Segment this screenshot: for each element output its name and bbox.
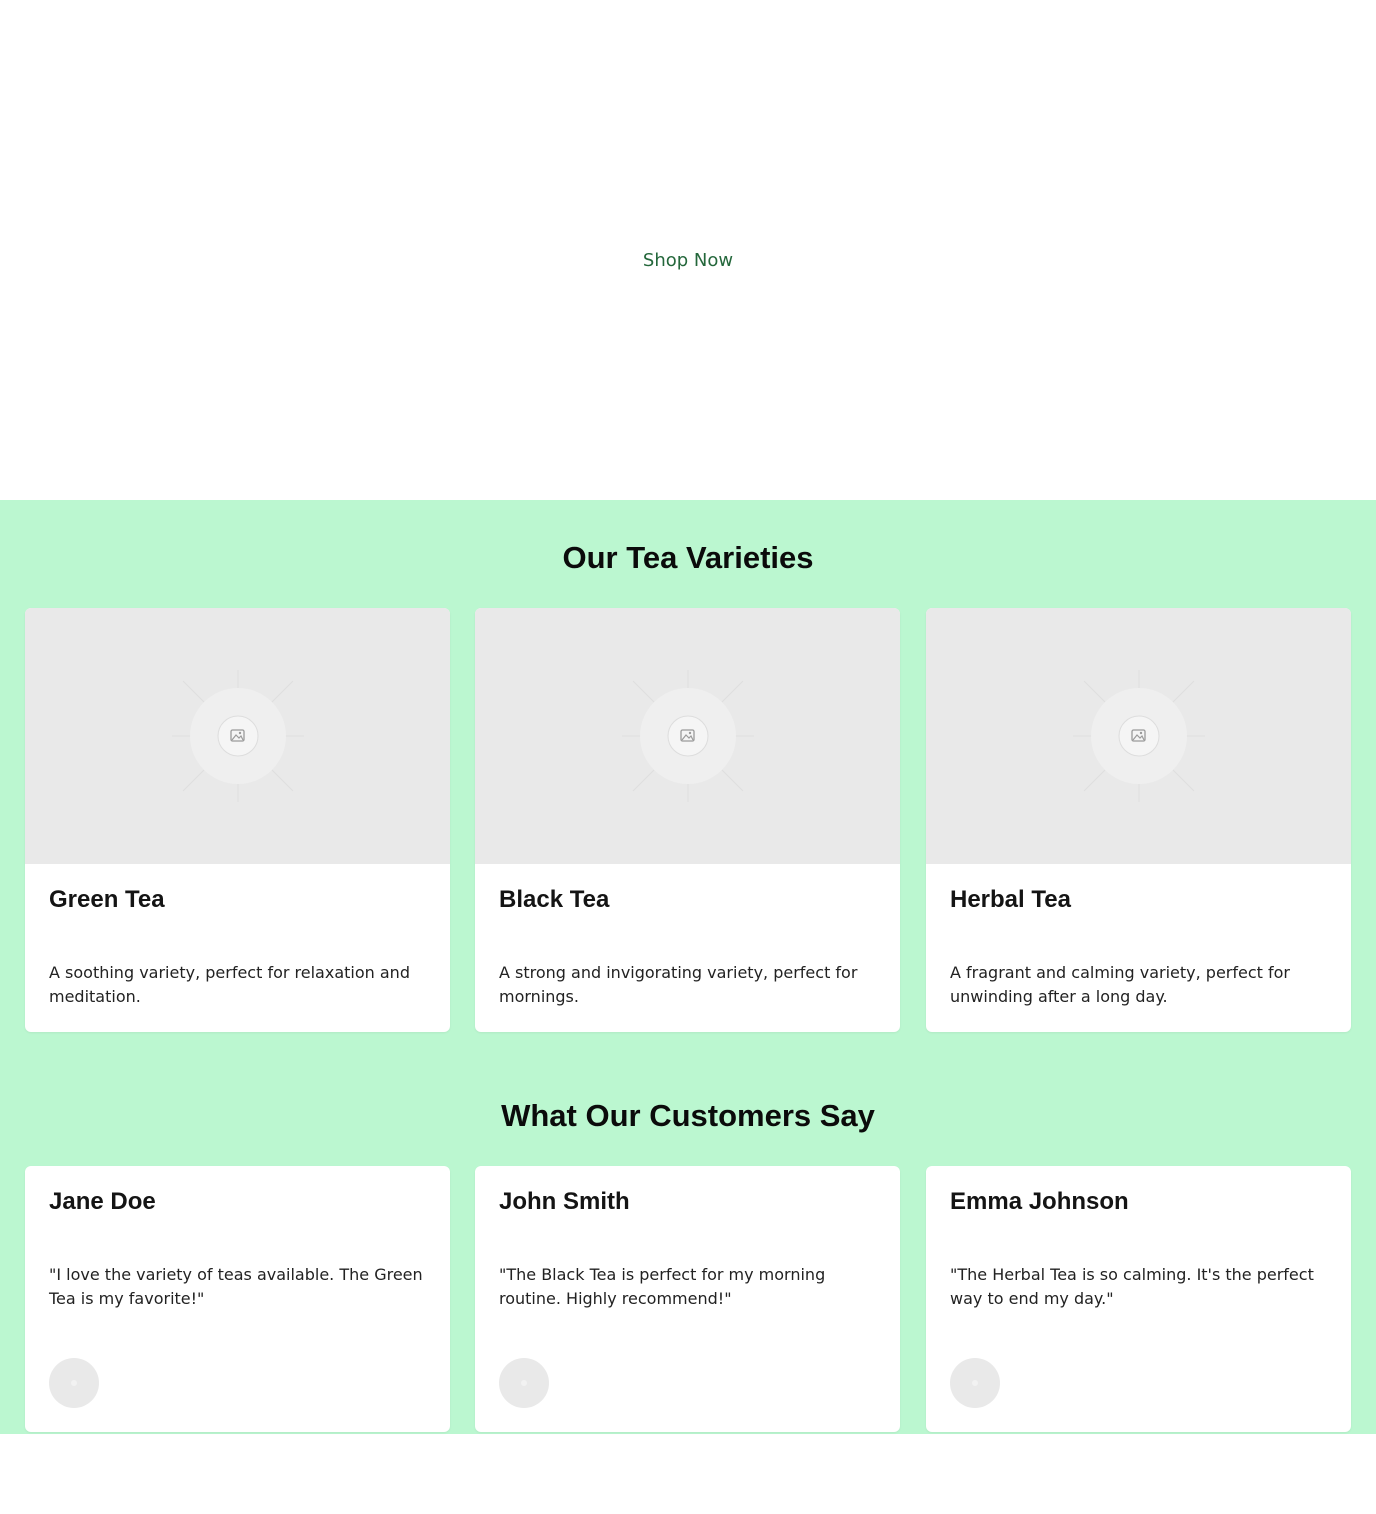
testimonials-title: What Our Customers Say (501, 1098, 875, 1133)
avatar (950, 1358, 1000, 1408)
testimonial-card: John Smith "The Black Tea is perfect for… (475, 1166, 900, 1432)
tea-section: Our Tea Varieties Green Tea A soothing v… (0, 500, 1376, 1434)
product-image (475, 608, 900, 864)
product-name: Green Tea (49, 886, 165, 913)
image-placeholder-icon (1072, 670, 1205, 802)
hero-section: Shop Now (0, 0, 1376, 500)
product-description: A fragrant and calming variety, perfect … (950, 963, 1290, 1006)
customer-name: Jane Doe (49, 1188, 156, 1215)
product-image (25, 608, 450, 864)
testimonial-quote: "The Herbal Tea is so calming. It's the … (950, 1265, 1314, 1308)
product-card-green-tea[interactable]: Green Tea A soothing variety, perfect fo… (25, 608, 450, 1032)
product-description: A soothing variety, perfect for relaxati… (49, 963, 410, 1006)
product-name: Black Tea (499, 886, 610, 913)
testimonial-card: Jane Doe "I love the variety of teas ava… (25, 1166, 450, 1432)
testimonial-quote: "I love the variety of teas available. T… (49, 1265, 423, 1308)
product-image (926, 608, 1351, 864)
testimonial-card: Emma Johnson "The Herbal Tea is so calmi… (926, 1166, 1351, 1432)
product-description: A strong and invigorating variety, perfe… (499, 963, 858, 1006)
avatar (49, 1358, 99, 1408)
product-card-black-tea[interactable]: Black Tea A strong and invigorating vari… (475, 608, 900, 1032)
avatar (499, 1358, 549, 1408)
product-name: Herbal Tea (950, 886, 1071, 913)
customer-name: John Smith (499, 1188, 630, 1215)
testimonial-quote: "The Black Tea is perfect for my morning… (499, 1265, 826, 1308)
varieties-title: Our Tea Varieties (562, 540, 814, 575)
image-placeholder-icon (171, 670, 304, 802)
product-card-herbal-tea[interactable]: Herbal Tea A fragrant and calming variet… (926, 608, 1351, 1032)
shop-now-button[interactable]: Shop Now (0, 250, 1376, 271)
image-placeholder-icon (621, 670, 754, 802)
customer-name: Emma Johnson (950, 1188, 1129, 1215)
